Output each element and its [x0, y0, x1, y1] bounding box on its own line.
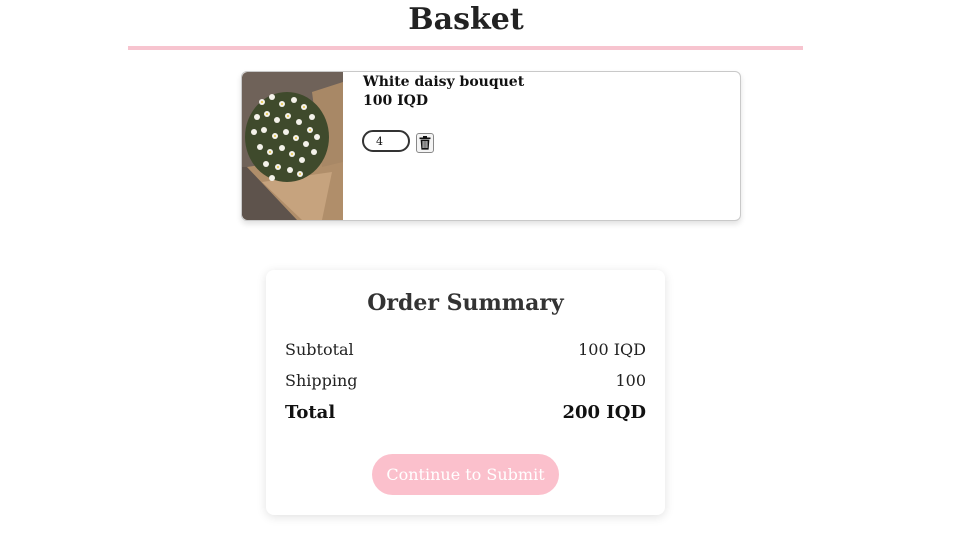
page-title: Basket — [408, 2, 524, 37]
shipping-value: 100 — [615, 371, 646, 390]
delete-item-button[interactable] — [416, 133, 434, 153]
item-name: White daisy bouquet — [363, 74, 525, 90]
trash-icon — [419, 136, 431, 150]
quantity-input[interactable] — [362, 130, 410, 152]
total-row: Total 200 IQD — [285, 402, 646, 423]
cart-item: White daisy bouquet 100 IQD — [241, 71, 741, 221]
basket-page: Basket White daisy bouquet 100 IQD 4 Ord… — [0, 0, 978, 533]
subtotal-label: Subtotal — [285, 340, 354, 359]
summary-title: Order Summary — [367, 290, 564, 316]
item-price: 100 IQD — [363, 93, 428, 109]
shipping-label: Shipping — [285, 371, 358, 390]
title-divider — [128, 46, 803, 50]
total-label: Total — [285, 402, 336, 423]
continue-to-submit-button[interactable]: Continue to Submit — [372, 454, 559, 495]
shipping-row: Shipping 100 — [285, 371, 646, 390]
subtotal-row: Subtotal 100 IQD — [285, 340, 646, 359]
order-summary-card: Order Summary Subtotal 100 IQD Shipping … — [266, 270, 665, 515]
total-value: 200 IQD — [562, 402, 646, 423]
item-image — [242, 72, 343, 220]
daisy-bouquet-photo — [242, 72, 343, 220]
subtotal-value: 100 IQD — [578, 340, 646, 359]
